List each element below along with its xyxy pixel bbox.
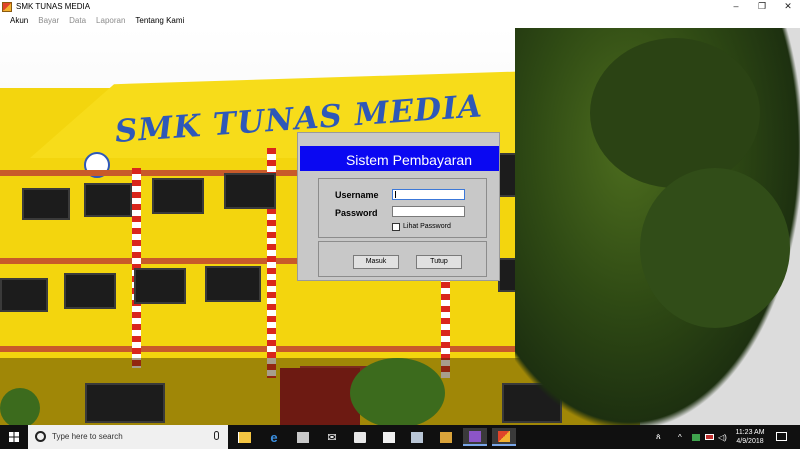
login-button[interactable]: Masuk [353,255,399,269]
running-app-icon[interactable] [492,428,516,446]
media-player-icon[interactable] [434,428,458,446]
search-placeholder: Type here to search [52,432,123,441]
mail-icon[interactable]: ✉ [320,428,344,446]
app-icon [2,1,12,12]
building-window [205,266,261,302]
file-explorer-icon[interactable] [233,428,257,446]
menu-item-laporan[interactable]: Laporan [91,16,130,25]
taskbar-clock[interactable]: 11:23 AM 4/9/2018 [733,428,767,446]
chevron-up-icon[interactable]: ^ [678,425,682,449]
search-icon [35,431,46,442]
people-icon[interactable]: ጰ [656,425,661,449]
minimize-button[interactable]: – [722,0,750,13]
taskbar: Type here to search e ✉ ጰ ^ ◁) 11:23 AM … [0,425,800,449]
menu-item-bayar[interactable]: Bayar [33,16,64,25]
taskbar-search[interactable]: Type here to search [28,425,228,449]
window-title: SMK TUNAS MEDIA [16,2,91,11]
edge-icon[interactable]: e [262,428,286,446]
show-password-label[interactable]: Lihat Password [403,223,451,231]
entrance-door [280,368,360,425]
building-window [64,273,116,309]
tree-foliage [640,168,790,328]
building-window [152,178,204,214]
close-dialog-button[interactable]: Tutup [416,255,462,269]
building-window [22,188,70,220]
text-caret [395,191,396,199]
network-icon[interactable] [692,425,700,449]
password-label: Password [335,208,378,218]
menu-item-akun[interactable]: Akun [5,16,33,25]
microphone-icon[interactable] [214,431,219,440]
menu-bar: Akun Bayar Data Laporan Tentang Kami [0,13,800,28]
windows-logo-icon [9,432,19,442]
battery-icon[interactable] [705,425,714,449]
password-field[interactable] [392,206,465,217]
volume-icon[interactable]: ◁) [718,425,727,449]
close-button[interactable]: ✕ [774,0,800,13]
menu-item-data[interactable]: Data [64,16,91,25]
username-field[interactable] [392,189,465,200]
tree-foliage [590,38,760,188]
building-window [85,383,165,423]
briefcase-icon[interactable] [348,428,372,446]
menu-item-tentang-kami[interactable]: Tentang Kami [130,16,189,25]
building-window [134,268,186,304]
maximize-button[interactable]: ❐ [748,0,776,13]
clock-time: 11:23 AM [735,429,765,436]
dialog-header: Sistem Pembayaran [300,146,499,171]
login-dialog: Sistem Pembayaran Username Password Liha… [297,132,500,281]
clock-date: 4/9/2018 [736,438,764,445]
photos-icon[interactable] [405,428,429,446]
show-password-checkbox[interactable] [392,223,400,231]
visual-studio-icon[interactable] [463,428,487,446]
start-button[interactable] [0,425,28,449]
building-window [84,183,132,217]
bush [0,388,40,425]
building-window [224,173,276,209]
store-icon[interactable] [291,428,315,446]
notifications-icon[interactable] [776,432,787,441]
buttons-group: Masuk Tutup [318,241,487,277]
title-bar: SMK TUNAS MEDIA – ❐ ✕ [0,0,800,13]
sticky-notes-icon[interactable] [377,428,401,446]
building-window [0,278,48,312]
bush [350,358,445,425]
credentials-group: Username Password Lihat Password [318,178,487,238]
username-label: Username [335,190,379,200]
